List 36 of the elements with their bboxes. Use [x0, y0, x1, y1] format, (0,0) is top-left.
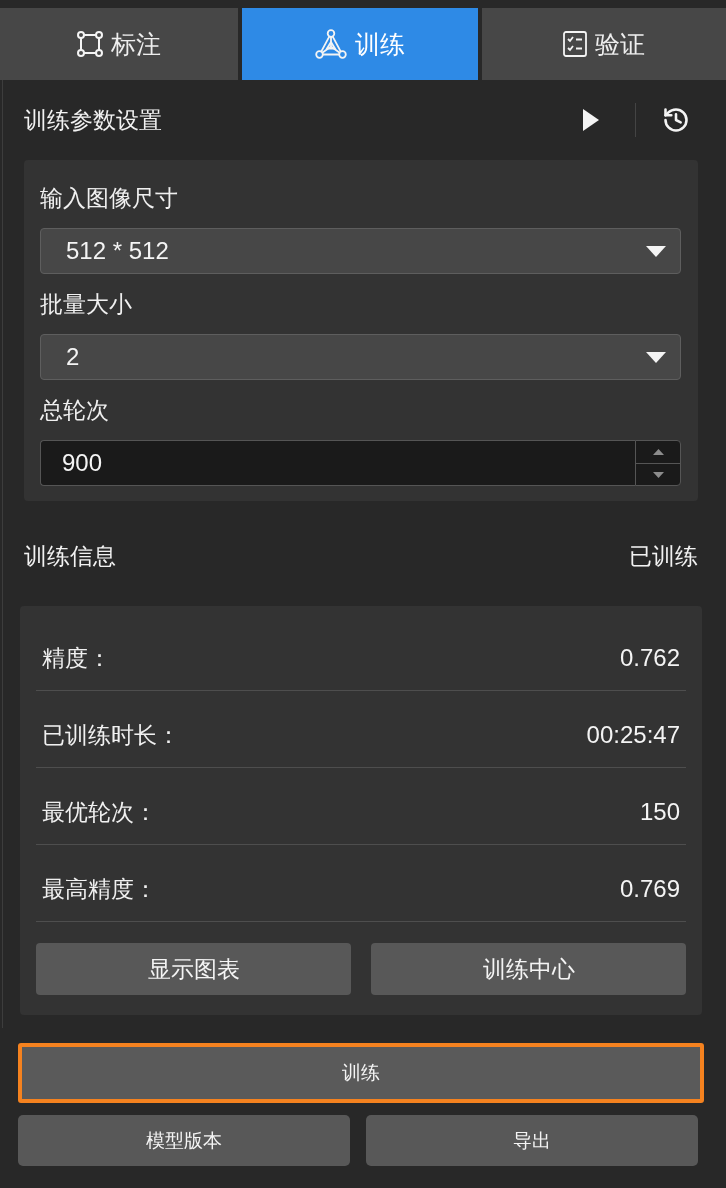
info-value: 00:25:47 [586, 721, 680, 749]
section-title: 训练参数设置 [24, 106, 162, 135]
play-button[interactable] [583, 109, 599, 131]
info-value: 150 [639, 798, 680, 826]
field-label: 总轮次 [40, 396, 109, 424]
dropdown-select[interactable]: 512 * 512 [40, 228, 681, 274]
section-title: 训练信息 [24, 542, 116, 571]
number-input[interactable]: 900 [40, 440, 635, 486]
tab[interactable]: 训练 [242, 8, 478, 80]
dropdown-select[interactable]: 2 [40, 334, 681, 380]
status-text: 已训练 [629, 542, 698, 571]
caret-down-icon [652, 471, 664, 478]
tab[interactable]: 标注 [0, 8, 238, 80]
info-label: 精度： [42, 644, 111, 672]
info-label: 最高精度： [42, 875, 157, 903]
export-button[interactable]: 导出 [366, 1115, 698, 1166]
train-button[interactable]: 训练 [18, 1043, 704, 1103]
info-value: 0.769 [619, 875, 680, 903]
caret-up-icon [652, 449, 664, 455]
field-label: 批量大小 [40, 290, 132, 318]
bounding-box-icon [77, 31, 103, 57]
checklist-icon [563, 31, 587, 57]
info-value: 0.762 [619, 644, 680, 672]
play-icon [583, 109, 599, 131]
field-label: 输入图像尺寸 [40, 184, 178, 212]
info-label: 已训练时长： [42, 721, 180, 749]
show-chart-button[interactable]: 显示图表 [36, 943, 351, 995]
history-icon [662, 106, 690, 134]
tab[interactable]: 验证 [482, 8, 726, 80]
caret-down-icon [646, 351, 666, 363]
history-button[interactable] [662, 106, 690, 134]
model-version-button[interactable]: 模型版本 [18, 1115, 350, 1166]
triangle-nodes-icon [315, 29, 347, 59]
info-label: 最优轮次： [42, 798, 157, 826]
training-center-button[interactable]: 训练中心 [371, 943, 686, 995]
caret-down-icon [646, 245, 666, 257]
